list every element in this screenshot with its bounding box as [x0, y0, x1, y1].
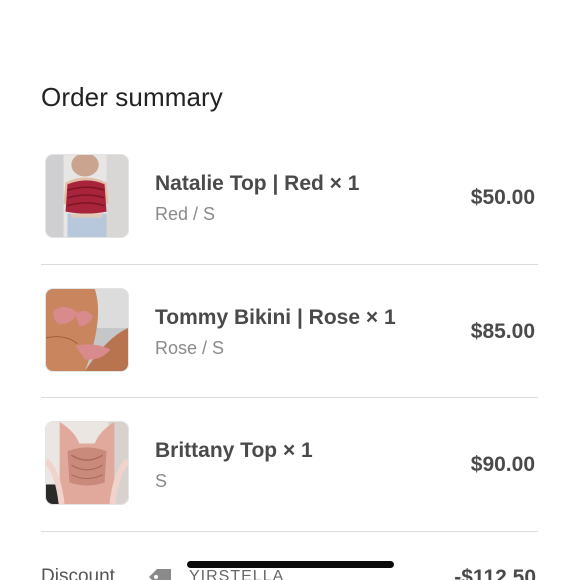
product-variant: Red / S [155, 204, 216, 224]
product-variant: Rose / S [155, 338, 225, 358]
product-name: Brittany Top × 1 [155, 439, 313, 462]
line-item: Natalie Top | Red × 1 Red / S $50.00 [41, 150, 538, 246]
tag-icon [147, 568, 173, 580]
product-name: Tommy Bikini | Rose × 1 [155, 306, 396, 329]
discount-row: Discount YIRSTELLA -$112.50 [41, 566, 538, 580]
discount-code: YIRSTELLA [189, 568, 285, 580]
order-summary-title: Order summary [41, 82, 223, 112]
product-price: $90.00 [470, 453, 535, 476]
product-name: Natalie Top | Red × 1 [155, 172, 360, 195]
product-price: $85.00 [470, 320, 535, 343]
home-indicator[interactable] [187, 561, 394, 568]
divider [41, 264, 538, 265]
divider [41, 397, 538, 398]
product-variant: S [155, 471, 168, 491]
discount-value: -$112.50 [454, 566, 536, 580]
product-thumbnail [45, 288, 129, 372]
line-item: Brittany Top × 1 S $90.00 [41, 417, 538, 513]
line-item: Tommy Bikini | Rose × 1 Rose / S $85.00 [41, 284, 538, 380]
product-thumbnail [45, 421, 129, 505]
product-thumbnail [45, 154, 129, 238]
product-price: $50.00 [470, 186, 535, 209]
divider [41, 531, 538, 532]
discount-label: Discount [41, 566, 115, 580]
order-summary-page: Order summary Natalie Top | Red × 1 Red … [0, 0, 580, 580]
